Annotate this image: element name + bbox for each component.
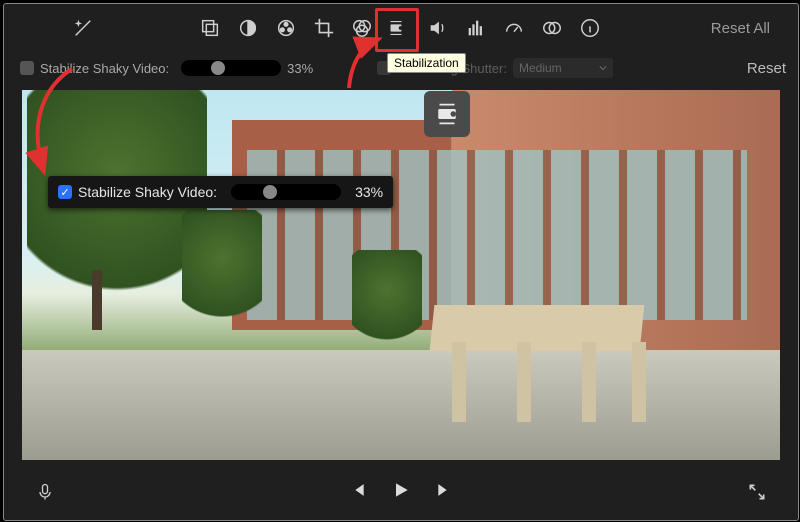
- color-balance-icon[interactable]: [234, 14, 262, 42]
- color-wheel-icon[interactable]: [272, 14, 300, 42]
- stabilize-callout: ✓ Stabilize Shaky Video: 33%: [48, 176, 393, 208]
- fullscreen-icon[interactable]: [742, 477, 772, 507]
- video-preview: [22, 90, 780, 460]
- overlay-icon[interactable]: [196, 14, 224, 42]
- callout-stabilize-percent: 33%: [355, 184, 383, 200]
- stabilize-percent: 33%: [287, 61, 313, 76]
- stabilization-tooltip: Stabilization: [387, 53, 466, 73]
- speed-icon[interactable]: [500, 14, 528, 42]
- info-icon[interactable]: [576, 14, 604, 42]
- stabilization-big-icon: [424, 91, 470, 137]
- stabilize-slider[interactable]: [181, 60, 281, 76]
- microphone-icon[interactable]: [30, 477, 60, 507]
- stabilization-icon[interactable]: [382, 14, 410, 42]
- callout-stabilize-slider[interactable]: [231, 184, 341, 200]
- prev-button[interactable]: [347, 480, 367, 505]
- stabilize-checkbox[interactable]: [20, 61, 34, 75]
- equalizer-icon[interactable]: [462, 14, 490, 42]
- overlap-icon[interactable]: [538, 14, 566, 42]
- crop-icon[interactable]: [310, 14, 338, 42]
- volume-icon[interactable]: [424, 14, 452, 42]
- magic-wand-icon[interactable]: [69, 14, 97, 42]
- next-button[interactable]: [435, 480, 455, 505]
- rolling-dropdown[interactable]: Medium: [513, 58, 613, 78]
- reset-all-button[interactable]: Reset All: [711, 20, 770, 37]
- stabilize-checkbox-checked[interactable]: ✓: [58, 185, 72, 199]
- callout-stabilize-label: Stabilize Shaky Video:: [78, 184, 217, 200]
- play-button[interactable]: [391, 480, 411, 505]
- chevron-down-icon: [599, 64, 607, 72]
- reset-button[interactable]: Reset: [747, 60, 786, 77]
- stabilize-label: Stabilize Shaky Video:: [40, 61, 169, 76]
- rolling-value: Medium: [519, 61, 562, 75]
- filters-icon[interactable]: [348, 14, 376, 42]
